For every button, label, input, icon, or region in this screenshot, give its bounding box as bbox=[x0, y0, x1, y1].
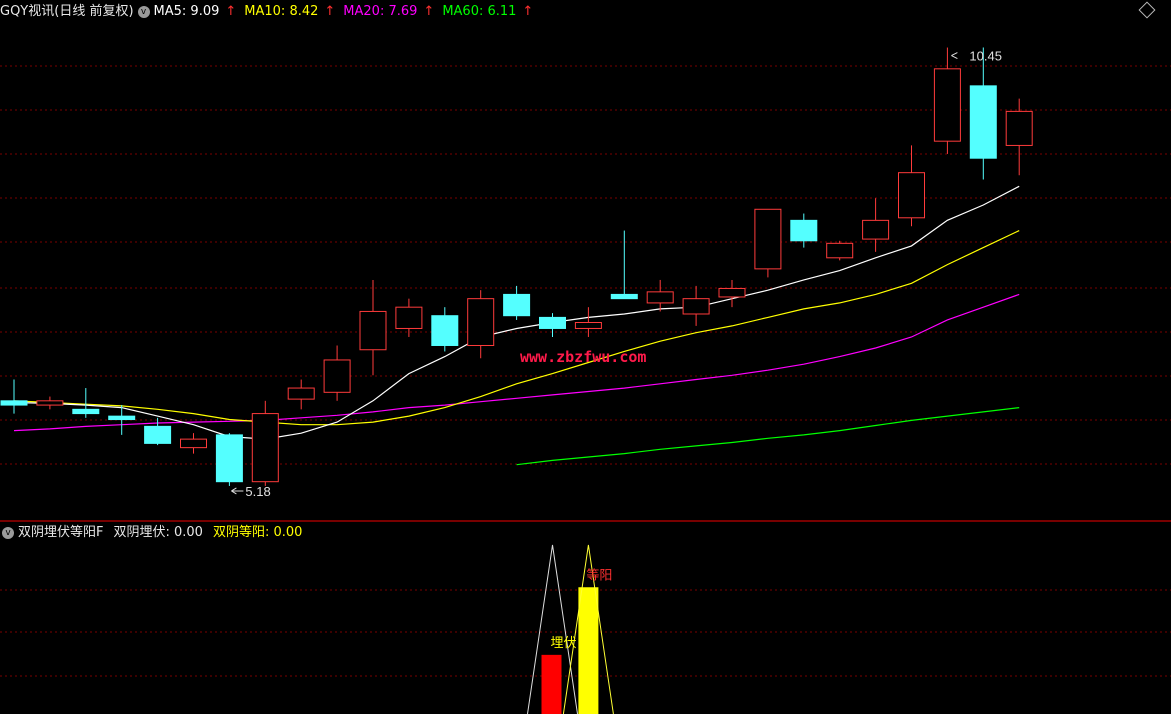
candle bbox=[72, 388, 100, 418]
up-arrow-icon: ↑ bbox=[225, 4, 237, 19]
candle bbox=[287, 379, 315, 410]
candle bbox=[359, 279, 387, 376]
candle-body-up bbox=[933, 68, 961, 142]
candle bbox=[144, 417, 172, 446]
candle bbox=[251, 400, 279, 486]
ma20-value: MA20: 7.69 bbox=[343, 4, 418, 19]
candle bbox=[862, 198, 890, 252]
candle-body-down bbox=[72, 408, 100, 415]
ma20-legend: MA20: 7.69 ↑ bbox=[343, 2, 438, 22]
candle bbox=[180, 433, 207, 454]
candle bbox=[503, 285, 531, 320]
indicator-header: v 双阴埋伏等阳F 双阴埋伏: 0.00 双阴等阳: 0.00 bbox=[2, 523, 306, 543]
candle bbox=[969, 47, 997, 180]
ma5-legend: MA5: 9.09 ↑ bbox=[154, 2, 241, 22]
candle-body-up bbox=[323, 359, 351, 393]
candle-body-up bbox=[467, 298, 495, 346]
candle bbox=[826, 240, 854, 261]
candle-body-up bbox=[36, 400, 64, 406]
candle bbox=[790, 213, 818, 248]
candle bbox=[395, 298, 423, 337]
candle bbox=[718, 279, 746, 308]
main-chart-header: GQY视讯(日线 前复权) v MA5: 9.09 ↑ MA10: 8.42 ↑ M… bbox=[0, 2, 541, 22]
low-arrow-icon bbox=[231, 487, 244, 495]
wait-bar bbox=[578, 587, 599, 714]
candle-body-up bbox=[395, 306, 423, 329]
candle-body-down bbox=[790, 219, 818, 242]
ma10-legend: MA10: 8.42 ↑ bbox=[244, 2, 339, 22]
up-arrow-icon: ↑ bbox=[522, 4, 534, 19]
ambush-bar bbox=[541, 654, 562, 714]
chevron-down-icon[interactable]: v bbox=[2, 527, 14, 539]
candle-body-down bbox=[215, 434, 243, 483]
candle-body-up bbox=[646, 291, 674, 304]
candle-body-up bbox=[754, 208, 782, 270]
candle bbox=[323, 345, 351, 401]
up-arrow-icon: ↑ bbox=[423, 4, 435, 19]
ma60-line bbox=[516, 407, 1020, 466]
candle bbox=[467, 290, 495, 359]
candle bbox=[574, 307, 602, 337]
candle-body-up bbox=[359, 310, 387, 351]
up-arrow-icon: ↑ bbox=[324, 4, 336, 19]
candle-body-down bbox=[431, 315, 459, 346]
candle-body-up bbox=[574, 322, 602, 329]
candle-body-down bbox=[539, 316, 566, 329]
candle bbox=[0, 379, 28, 414]
ma5-value: MA5: 9.09 bbox=[153, 4, 220, 19]
indicator-line2-value: 双阴等阳: 0.00 bbox=[212, 525, 303, 540]
candle-body-down bbox=[144, 425, 172, 444]
candle bbox=[36, 396, 64, 410]
wait-label: 等阳 bbox=[586, 567, 612, 583]
candle bbox=[646, 279, 674, 312]
candle-body-down bbox=[108, 415, 136, 421]
candle bbox=[933, 47, 961, 154]
candle-body-up bbox=[862, 219, 890, 240]
candle-body-up bbox=[898, 172, 925, 219]
indicator-name: 双阴埋伏等阳F bbox=[18, 525, 104, 540]
low-price-label: 5.18 bbox=[245, 484, 270, 499]
chevron-down-icon[interactable]: v bbox=[137, 6, 150, 18]
candle-body-up bbox=[287, 387, 315, 400]
high-price-label: 10.45 bbox=[969, 49, 1002, 64]
ambush-label: 埋伏 bbox=[551, 636, 577, 651]
ma10-line bbox=[13, 230, 1020, 426]
ma60-legend: MA60: 6.11 ↑ bbox=[442, 2, 537, 22]
candle bbox=[898, 145, 925, 227]
candle-body-up bbox=[718, 287, 746, 298]
candle bbox=[682, 285, 710, 326]
candle-body-down bbox=[0, 400, 28, 406]
candle-body-up bbox=[682, 298, 710, 315]
candle-body-down bbox=[503, 293, 531, 317]
high-arrow-icon bbox=[951, 52, 958, 59]
candle-body-up bbox=[826, 242, 854, 259]
candle bbox=[754, 208, 782, 278]
candle-body-up bbox=[1005, 110, 1033, 146]
candle-body-up bbox=[180, 438, 207, 449]
candle-body-up bbox=[251, 413, 279, 483]
candle-body-down bbox=[969, 85, 997, 159]
candle bbox=[539, 313, 566, 337]
candle bbox=[215, 433, 243, 486]
candle bbox=[431, 307, 459, 352]
ma10-value: MA10: 8.42 bbox=[244, 4, 319, 19]
ma60-value: MA60: 6.11 bbox=[442, 4, 517, 19]
watermark-text: www.zbzfwu.com bbox=[520, 348, 647, 366]
indicator-line1-value: 双阴埋伏: 0.00 bbox=[113, 525, 203, 540]
candle-body-down bbox=[610, 293, 638, 300]
stock-title: GQY视讯(日线 前复权) bbox=[0, 4, 134, 19]
